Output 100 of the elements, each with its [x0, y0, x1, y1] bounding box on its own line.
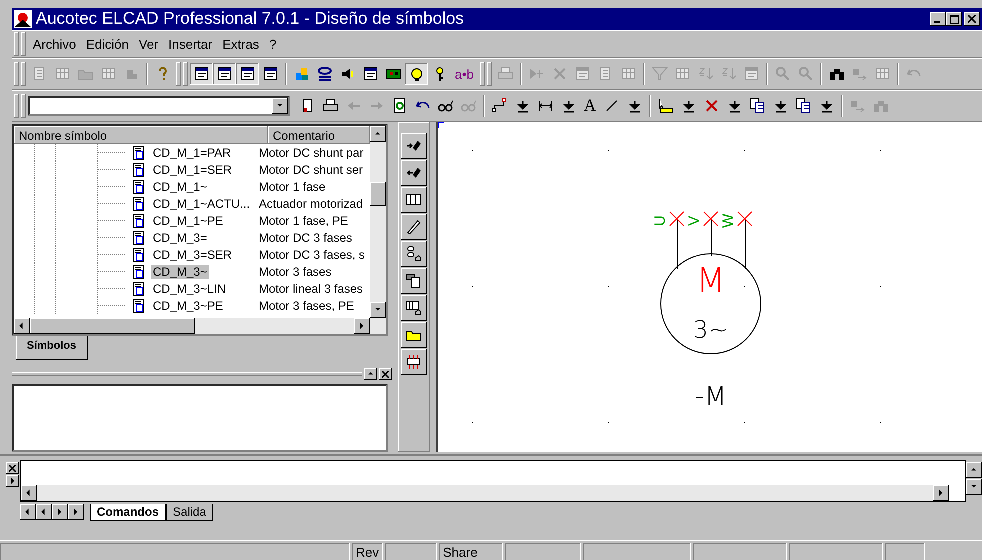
- up-arrow-icon: [970, 466, 978, 474]
- toolbar-button[interactable]: [190, 63, 213, 85]
- binoculars-icon: [828, 66, 845, 82]
- table-edit-icon: [406, 300, 422, 316]
- symbol-file-icon: [132, 248, 146, 262]
- close-button[interactable]: [964, 12, 980, 26]
- symbol-name[interactable]: CD_M_1=PAR: [151, 146, 234, 160]
- panel-tab[interactable]: Símbolos: [16, 336, 88, 360]
- window-icon: [262, 66, 278, 82]
- window-icon: [216, 66, 232, 82]
- tool-button[interactable]: [401, 322, 427, 348]
- app-logo-icon: [14, 10, 32, 28]
- pin-label: U: [652, 216, 669, 226]
- symbol-name[interactable]: CD_M_3~LIN: [151, 282, 228, 296]
- minimize-button[interactable]: [930, 12, 946, 26]
- symbol-name[interactable]: CD_M_3~: [151, 264, 210, 278]
- node-line-icon: [492, 98, 508, 114]
- copy-icon: [750, 98, 766, 114]
- symbol-file-icon: [132, 180, 146, 194]
- symbol-name[interactable]: CD_M_3=: [151, 230, 210, 244]
- close-button[interactable]: [379, 368, 392, 380]
- tool-button[interactable]: [401, 268, 427, 294]
- toolbar-button[interactable]: a•b: [451, 63, 478, 85]
- component-icon: [406, 273, 422, 289]
- symbol-name[interactable]: CD_M_1~ACTU...: [151, 196, 252, 210]
- scroll-thumb[interactable]: [370, 182, 386, 206]
- tool-button[interactable]: [401, 295, 427, 321]
- vertical-scrollbar[interactable]: [370, 126, 386, 318]
- sort-icon: [698, 66, 714, 82]
- left-arrow-icon: [18, 322, 26, 330]
- find-next-icon: [852, 66, 868, 82]
- pin-label: W: [720, 214, 737, 228]
- scroll-thumb[interactable]: [30, 318, 195, 334]
- window-icon: [194, 66, 210, 82]
- magnifier-icon: [798, 66, 814, 82]
- symbol-name[interactable]: CD_M_1~PE: [151, 214, 226, 228]
- combo-box[interactable]: [28, 96, 290, 116]
- horizontal-scrollbar[interactable]: [14, 318, 386, 334]
- dimension-icon: [538, 98, 554, 114]
- dropdown-arrow-icon: [560, 98, 576, 114]
- tool-button[interactable]: [401, 133, 427, 159]
- dropdown-arrow-icon: [772, 98, 789, 114]
- column-header[interactable]: Comentario: [268, 126, 370, 144]
- menu-item[interactable]: Edición: [81, 34, 134, 54]
- find-next-icon: [850, 98, 866, 114]
- symbol-letter: M: [696, 261, 726, 301]
- column-header[interactable]: Nombre símbolo: [14, 126, 268, 144]
- toolbar-button[interactable]: [236, 63, 259, 85]
- close-button[interactable]: [6, 462, 19, 474]
- menu-item[interactable]: Extras: [218, 34, 264, 54]
- status-cell: [885, 543, 926, 560]
- grid-icon: [874, 66, 891, 82]
- window-icon: [744, 66, 760, 82]
- table-icon: [406, 192, 422, 208]
- grid-icon: [54, 66, 70, 82]
- tool-button[interactable]: [401, 241, 427, 267]
- symbol-comment: Motor DC shunt ser: [258, 162, 364, 176]
- copy-icon: [796, 98, 812, 114]
- grid-icon: [100, 66, 116, 82]
- menu-item[interactable]: ?: [264, 34, 282, 54]
- menu-item[interactable]: Archivo: [28, 34, 82, 54]
- tool-button[interactable]: [401, 160, 427, 186]
- up-arrow-icon: [374, 130, 382, 138]
- glasses-icon: [438, 98, 454, 114]
- tab-scroll-button[interactable]: [20, 504, 36, 520]
- grid-icon: [620, 66, 637, 82]
- link-icon: [316, 66, 332, 82]
- maximize-icon: [950, 14, 958, 24]
- tab-scroll-button[interactable]: [36, 504, 52, 520]
- tool-button[interactable]: [401, 214, 427, 240]
- toolbar-button[interactable]: A: [580, 95, 600, 117]
- tab-scroll-button[interactable]: [52, 504, 68, 520]
- symbol-name[interactable]: CD_M_1=SER: [151, 162, 234, 176]
- dropdown-arrow-icon: [626, 98, 643, 114]
- output-tab[interactable]: Salida: [166, 504, 214, 520]
- tool-button[interactable]: [401, 349, 427, 375]
- output-tab[interactable]: Comandos: [90, 504, 166, 520]
- symbol-name[interactable]: CD_M_1~: [151, 180, 210, 194]
- close-icon: [9, 464, 16, 472]
- binoculars-icon: [872, 98, 889, 114]
- menu-item[interactable]: Ver: [134, 34, 164, 54]
- horizontal-scrollbar[interactable]: [21, 485, 949, 501]
- symbol-file-icon: [132, 230, 146, 244]
- maximize-button[interactable]: [946, 12, 962, 26]
- phase-label: 3~: [693, 316, 729, 344]
- right-arrow-icon: [358, 322, 366, 330]
- document-icon: [32, 66, 48, 82]
- cross-icon: [704, 98, 720, 114]
- expand-button[interactable]: [364, 368, 377, 380]
- up-arrow-icon: [366, 370, 374, 378]
- status-cell: Rev: [352, 543, 384, 560]
- printer-icon: [322, 98, 338, 114]
- menu-item[interactable]: Insertar: [164, 34, 218, 54]
- symbol-name[interactable]: CD_M_3=SER: [151, 248, 234, 262]
- toolbar-button[interactable]: [405, 63, 428, 85]
- tool-button[interactable]: [401, 187, 427, 213]
- symbol-name[interactable]: CD_M_3~PE: [151, 298, 226, 312]
- toolbar-button[interactable]: [213, 63, 236, 85]
- tab-scroll-button[interactable]: [68, 504, 84, 520]
- expand-button[interactable]: [6, 475, 19, 487]
